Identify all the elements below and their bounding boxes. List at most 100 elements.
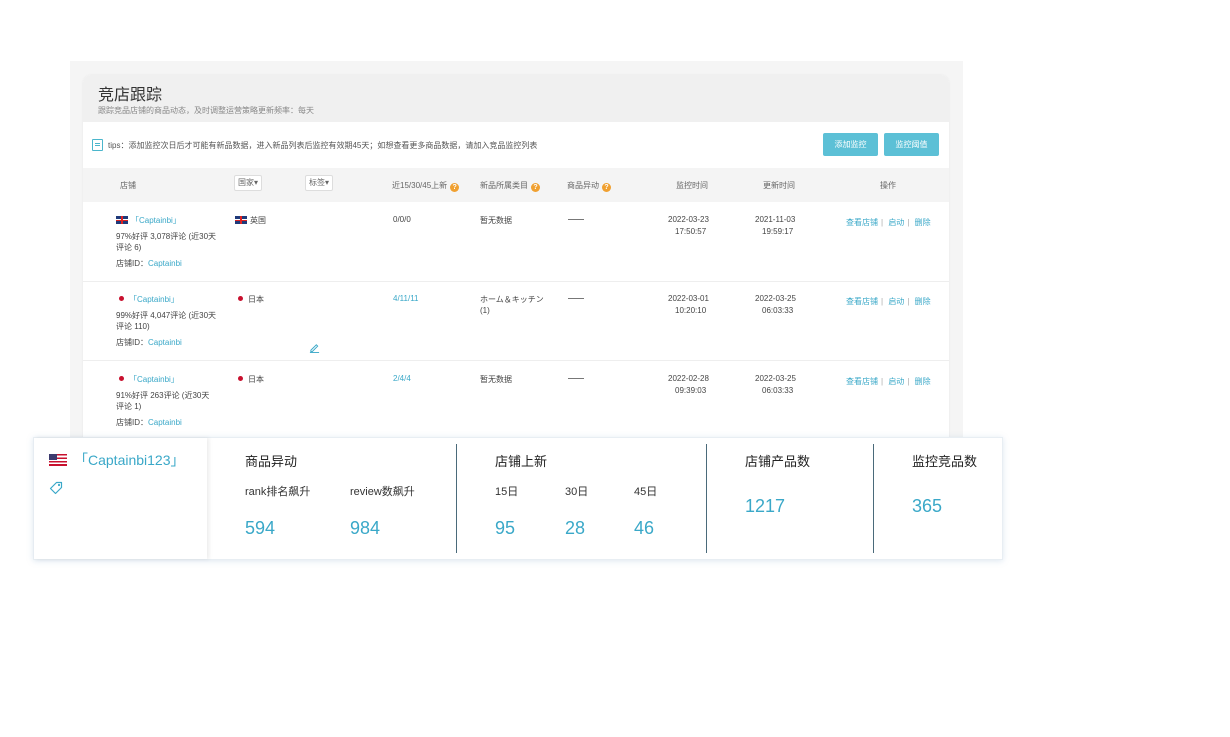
store-id-link[interactable]: Captainbi <box>148 338 182 347</box>
monitor-clock: 10:20:10 <box>675 306 707 315</box>
store-id: 店铺ID：Captainbi <box>116 417 182 428</box>
uk-flag-icon <box>235 216 247 224</box>
divider <box>873 444 874 553</box>
rating-text: 97%好评 3,078评论 (近30天 <box>116 232 217 241</box>
store-id-label: 店铺ID： <box>116 259 148 268</box>
monitor-date: 2022-03-01 <box>668 294 709 303</box>
col-category-label: 新品所属类目 <box>480 181 528 190</box>
d45-value[interactable]: 46 <box>634 518 654 539</box>
monitor-date: 2022-03-23 <box>668 215 709 224</box>
view-store-link[interactable]: 查看店铺 <box>846 297 878 306</box>
new-counts-link[interactable]: 2/4/4 <box>393 374 411 383</box>
category-text: (1) <box>480 306 490 315</box>
view-store-link[interactable]: 查看店铺 <box>846 377 878 386</box>
col-store: 店铺 <box>120 181 136 190</box>
update-date: 2022-03-25 <box>755 294 796 303</box>
tag-icon[interactable] <box>49 481 63 495</box>
rating-text: 91%好评 263评论 (近30天 <box>116 391 210 400</box>
store-name-link[interactable]: 「Captainbi」 <box>129 295 179 304</box>
new-counts: 0/0/0 <box>393 215 411 224</box>
d15-value[interactable]: 95 <box>495 518 515 539</box>
delete-link[interactable]: 删除 <box>915 218 931 227</box>
start-link[interactable]: 启动 <box>888 377 904 386</box>
japan-flag-icon <box>119 296 124 301</box>
rating-text: 99%好评 4,047评论 (近30天 <box>116 311 217 320</box>
col-update-time: 更新时间 <box>763 181 795 190</box>
competitor-count-title: 监控竞品数 <box>912 454 978 469</box>
update-clock: 06:03:33 <box>762 306 794 315</box>
country-name: 英国 <box>250 216 266 225</box>
help-icon[interactable]: ? <box>450 183 460 192</box>
japan-flag-icon <box>238 376 243 381</box>
store-id-link[interactable]: Captainbi <box>148 418 182 427</box>
update-clock: 06:03:33 <box>762 386 794 395</box>
page-subtitle: 跟踪竞品店铺的商品动态，及时调整运营策略更新频率：每天 <box>98 106 314 115</box>
category-text: 暂无数据 <box>480 216 512 225</box>
update-date: 2022-03-25 <box>755 374 796 383</box>
competitor-count-value[interactable]: 365 <box>912 496 942 517</box>
country-name: 日本 <box>248 295 264 304</box>
category-text: 暂无数据 <box>480 375 512 384</box>
d15-label: 15日 <box>495 486 519 498</box>
divider <box>456 444 457 553</box>
update-clock: 19:59:17 <box>762 227 794 236</box>
rating-text: 评论 110) <box>116 322 150 331</box>
tag-filter[interactable]: 标签▾ <box>305 175 334 191</box>
store-cell: 「Captainbi」 <box>116 215 181 226</box>
rating-text: 评论 6) <box>116 243 142 252</box>
empty-dash <box>568 378 584 379</box>
table-header: 店铺 国家▾ 标签▾ 近15/30/45上新? 新品所属类目? 商品异动? 监控… <box>83 168 949 202</box>
country-cell: 日本 <box>235 294 264 305</box>
japan-flag-icon <box>119 376 124 381</box>
start-link[interactable]: 启动 <box>888 297 904 306</box>
us-flag-icon <box>49 454 67 466</box>
country-filter[interactable]: 国家▾ <box>234 175 263 191</box>
row-actions: 查看店铺 | 启动 | 删除 <box>846 377 931 386</box>
d30-label: 30日 <box>565 486 589 498</box>
product-count-value[interactable]: 1217 <box>745 496 785 517</box>
row-actions: 查看店铺 | 启动 | 删除 <box>846 218 931 227</box>
help-icon[interactable]: ? <box>531 183 540 192</box>
help-icon[interactable]: ? <box>602 183 611 192</box>
col-new-counts-label: 近15/30/45上新 <box>392 181 448 190</box>
view-store-link[interactable]: 查看店铺 <box>846 218 878 227</box>
add-monitor-button[interactable]: 添加监控 <box>823 133 878 156</box>
review-surge-value[interactable]: 984 <box>350 518 380 539</box>
store-stats-panel: 「Captainbi123」 商品异动 rank排名飙升 594 review数… <box>33 437 1003 560</box>
col-anomaly-label: 商品异动 <box>567 181 599 190</box>
store-id-link[interactable]: Captainbi <box>148 259 182 268</box>
product-count-title: 店铺产品数 <box>745 454 811 469</box>
col-actions: 操作 <box>880 181 896 190</box>
monitor-clock: 17:50:57 <box>675 227 707 236</box>
store-name-link[interactable]: 「Captainbi123」 <box>74 450 185 470</box>
delete-link[interactable]: 删除 <box>915 297 931 306</box>
uk-flag-icon <box>116 216 128 224</box>
start-link[interactable]: 启动 <box>888 218 904 227</box>
empty-dash <box>568 219 584 220</box>
row-actions: 查看店铺 | 启动 | 删除 <box>846 297 931 306</box>
rank-surge-label: rank排名飙升 <box>245 486 311 498</box>
store-name-link[interactable]: 「Captainbi」 <box>129 375 179 384</box>
competitor-tracking-card: 竞店跟踪 跟踪竞品店铺的商品动态，及时调整运营策略更新频率：每天 tips：添加… <box>83 75 949 455</box>
store-info: 「Captainbi123」 <box>34 438 207 559</box>
store-name-link[interactable]: 「Captainbi」 <box>131 216 181 225</box>
rank-surge-value[interactable]: 594 <box>245 518 275 539</box>
tips-bar: tips：添加监控次日后才可能有新品数据，进入新品列表后监控有效期45天；如想查… <box>83 122 949 168</box>
new-counts-link[interactable]: 4/11/11 <box>393 294 419 303</box>
monitor-clock: 09:39:03 <box>675 386 707 395</box>
update-date: 2021-11-03 <box>755 215 796 224</box>
store-id-label: 店铺ID： <box>116 418 148 427</box>
col-anomaly: 商品异动? <box>567 180 611 192</box>
delete-link[interactable]: 删除 <box>915 377 931 386</box>
col-category: 新品所属类目? <box>480 180 540 192</box>
col-new-counts: 近15/30/45上新? <box>392 180 460 192</box>
monitor-threshold-button[interactable]: 监控阈值 <box>884 133 939 156</box>
store-cell: 「Captainbi」 <box>116 374 179 385</box>
d30-value[interactable]: 28 <box>565 518 585 539</box>
monitor-date: 2022-02-28 <box>668 374 709 383</box>
divider <box>706 444 707 553</box>
page-title: 竞店跟踪 <box>98 87 163 104</box>
store-id-label: 店铺ID： <box>116 338 148 347</box>
col-monitor-time: 监控时间 <box>676 181 708 190</box>
table-row: 「Captainbi」 97%好评 3,078评论 (近30天 评论 6) 店铺… <box>83 202 949 353</box>
